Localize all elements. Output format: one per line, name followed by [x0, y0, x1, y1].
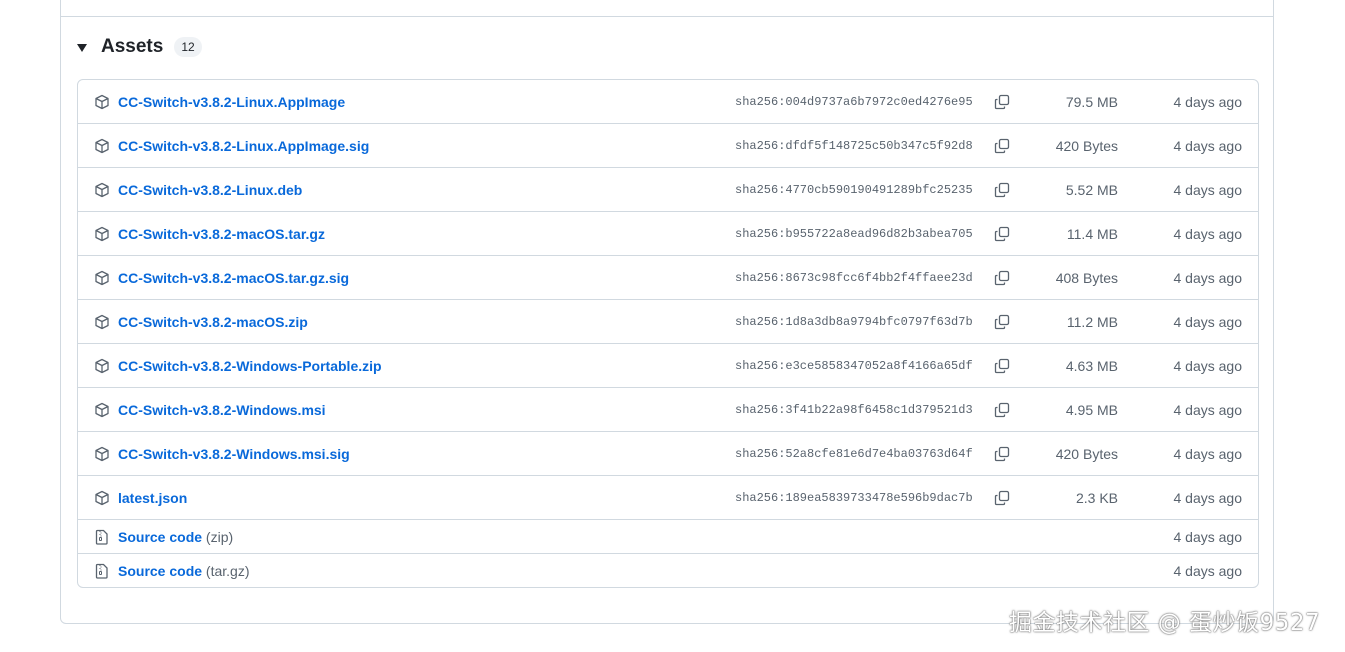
- asset-size: 4.63 MB: [1065, 357, 1118, 374]
- asset-date: 4 days ago: [1173, 489, 1243, 506]
- package-icon: [95, 94, 109, 109]
- package-icon: [95, 446, 109, 461]
- package-icon: [95, 226, 109, 241]
- source-label: Source code: [118, 528, 203, 545]
- asset-link[interactable]: latest.json: [118, 490, 187, 506]
- asset-size: 11.2 MB: [1066, 313, 1118, 330]
- asset-date: 4 days ago: [1173, 93, 1243, 110]
- asset-link[interactable]: CC-Switch-v3.8.2-Linux.deb: [118, 182, 302, 198]
- asset-row: CC-Switch-v3.8.2-Linux.deb sha256:4770cb…: [78, 167, 1258, 211]
- asset-date: 4 days ago: [1173, 357, 1243, 374]
- asset-date: 4 days ago: [1173, 313, 1243, 330]
- source-targz-link[interactable]: Source code (tar.gz): [118, 563, 250, 579]
- source-ext: (tar.gz): [205, 562, 250, 579]
- asset-row: CC-Switch-v3.8.2-Windows.msi.sig sha256:…: [78, 431, 1258, 475]
- asset-size: 408 Bytes: [1055, 269, 1118, 286]
- asset-size: 420 Bytes: [1055, 445, 1118, 462]
- asset-date: 4 days ago: [1173, 225, 1243, 242]
- asset-sha: sha256:3f41b22a98f6458c1d379521d3: [735, 402, 973, 417]
- asset-sha: sha256:52a8cfe81e6d7e4ba03763d64f: [735, 446, 973, 461]
- package-icon: [95, 270, 109, 285]
- asset-row: CC-Switch-v3.8.2-Linux.AppImage sha256:0…: [78, 80, 1258, 123]
- asset-size: 420 Bytes: [1055, 137, 1118, 154]
- asset-link[interactable]: CC-Switch-v3.8.2-Windows-Portable.zip: [118, 358, 382, 374]
- asset-row: CC-Switch-v3.8.2-Windows.msi sha256:3f41…: [78, 387, 1258, 431]
- asset-date: 4 days ago: [1173, 137, 1243, 154]
- divider: [61, 16, 1273, 17]
- assets-list: CC-Switch-v3.8.2-Linux.AppImage sha256:0…: [77, 79, 1259, 588]
- asset-size: 2.3 KB: [1075, 489, 1118, 506]
- asset-date: 4 days ago: [1173, 181, 1243, 198]
- asset-date: 4 days ago: [1173, 445, 1243, 462]
- asset-link[interactable]: CC-Switch-v3.8.2-macOS.tar.gz.sig: [118, 270, 349, 286]
- asset-link[interactable]: CC-Switch-v3.8.2-macOS.tar.gz: [118, 226, 325, 242]
- asset-link[interactable]: CC-Switch-v3.8.2-macOS.zip: [118, 314, 308, 330]
- asset-row: latest.json sha256:189ea5839733478e596b9…: [78, 475, 1258, 519]
- asset-sha: sha256:e3ce5858347052a8f4166a65df: [735, 358, 973, 373]
- asset-sha: sha256:dfdf5f148725c50b347c5f92d8: [735, 138, 973, 153]
- asset-row: CC-Switch-v3.8.2-macOS.tar.gz.sig sha256…: [78, 255, 1258, 299]
- asset-link[interactable]: CC-Switch-v3.8.2-Linux.AppImage: [118, 94, 345, 110]
- release-card: Assets 12 CC-Switch-v3.8.2-Linux.AppImag…: [60, 0, 1274, 624]
- asset-date: 4 days ago: [1173, 269, 1243, 286]
- asset-sha: sha256:4770cb590190491289bfc25235: [735, 182, 973, 197]
- source-label: Source code: [118, 562, 203, 579]
- source-ext: (zip): [205, 528, 234, 545]
- asset-size: 79.5 MB: [1065, 93, 1118, 110]
- asset-row: CC-Switch-v3.8.2-macOS.tar.gz sha256:b95…: [78, 211, 1258, 255]
- asset-date: 4 days ago: [1173, 401, 1243, 418]
- asset-sha: sha256:189ea5839733478e596b9dac7b: [735, 490, 973, 505]
- asset-row: CC-Switch-v3.8.2-Windows-Portable.zip sh…: [78, 343, 1258, 387]
- source-row: Source code (tar.gz) 4 days ago: [78, 553, 1258, 587]
- asset-row: CC-Switch-v3.8.2-Linux.AppImage.sig sha2…: [78, 123, 1258, 167]
- package-icon: [95, 138, 109, 153]
- asset-size: 4.95 MB: [1065, 401, 1118, 418]
- asset-sha: sha256:1d8a3db8a9794bfc0797f63d7b: [735, 314, 973, 329]
- triangle-down-icon[interactable]: [77, 44, 87, 52]
- assets-toggle[interactable]: Assets 12: [77, 34, 202, 60]
- asset-date: 4 days ago: [1173, 528, 1243, 545]
- asset-link[interactable]: CC-Switch-v3.8.2-Windows.msi.sig: [118, 446, 350, 462]
- watermark: 掘金技术社区 @ 蛋炒饭9527: [1009, 610, 1321, 636]
- package-icon: [95, 358, 109, 373]
- asset-link[interactable]: CC-Switch-v3.8.2-Linux.AppImage.sig: [118, 138, 369, 154]
- assets-title: Assets: [101, 36, 164, 57]
- package-icon: [95, 402, 109, 417]
- package-icon: [95, 490, 109, 505]
- asset-date: 4 days ago: [1173, 562, 1243, 579]
- asset-size: 5.52 MB: [1065, 181, 1118, 198]
- package-icon: [95, 314, 109, 329]
- file-zip-icon: [95, 563, 108, 579]
- file-zip-icon: [95, 529, 108, 545]
- asset-sha: sha256:b955722a8ead96d82b3abea705: [735, 226, 973, 241]
- asset-sha: sha256:004d9737a6b7972c0ed4276e95: [735, 94, 973, 109]
- asset-size: 11.4 MB: [1066, 225, 1118, 242]
- asset-sha: sha256:8673c98fcc6f4bb2f4ffaee23d: [735, 270, 973, 285]
- assets-count-badge: 12: [174, 37, 202, 57]
- source-row: Source code (zip) 4 days ago: [78, 519, 1258, 553]
- asset-row: CC-Switch-v3.8.2-macOS.zip sha256:1d8a3d…: [78, 299, 1258, 343]
- package-icon: [95, 182, 109, 197]
- source-zip-link[interactable]: Source code (zip): [118, 529, 233, 545]
- asset-link[interactable]: CC-Switch-v3.8.2-Windows.msi: [118, 402, 326, 418]
